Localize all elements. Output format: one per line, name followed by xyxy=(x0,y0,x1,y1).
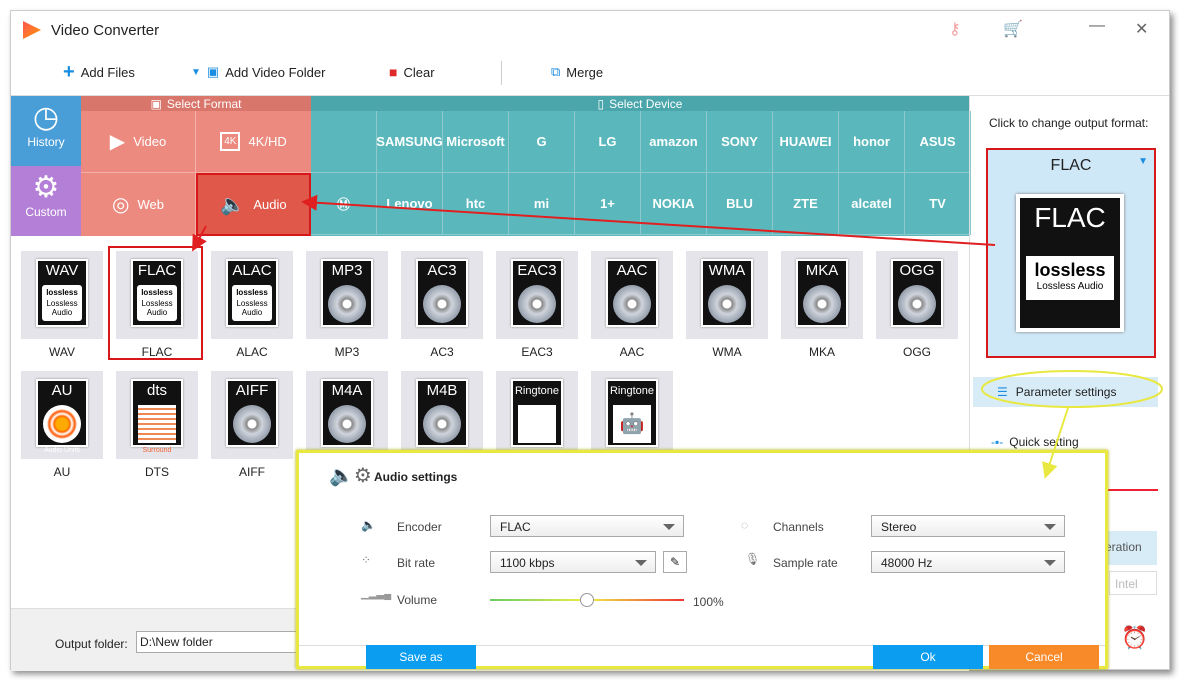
callout-arrow-format xyxy=(301,194,996,246)
param-highlight-ellipse xyxy=(981,370,1163,408)
callout-arrow-flac xyxy=(192,225,207,252)
callout-arrow-dialog xyxy=(1042,407,1069,479)
flac-highlight-box xyxy=(108,246,203,360)
annotation-overlay xyxy=(108,194,1163,479)
